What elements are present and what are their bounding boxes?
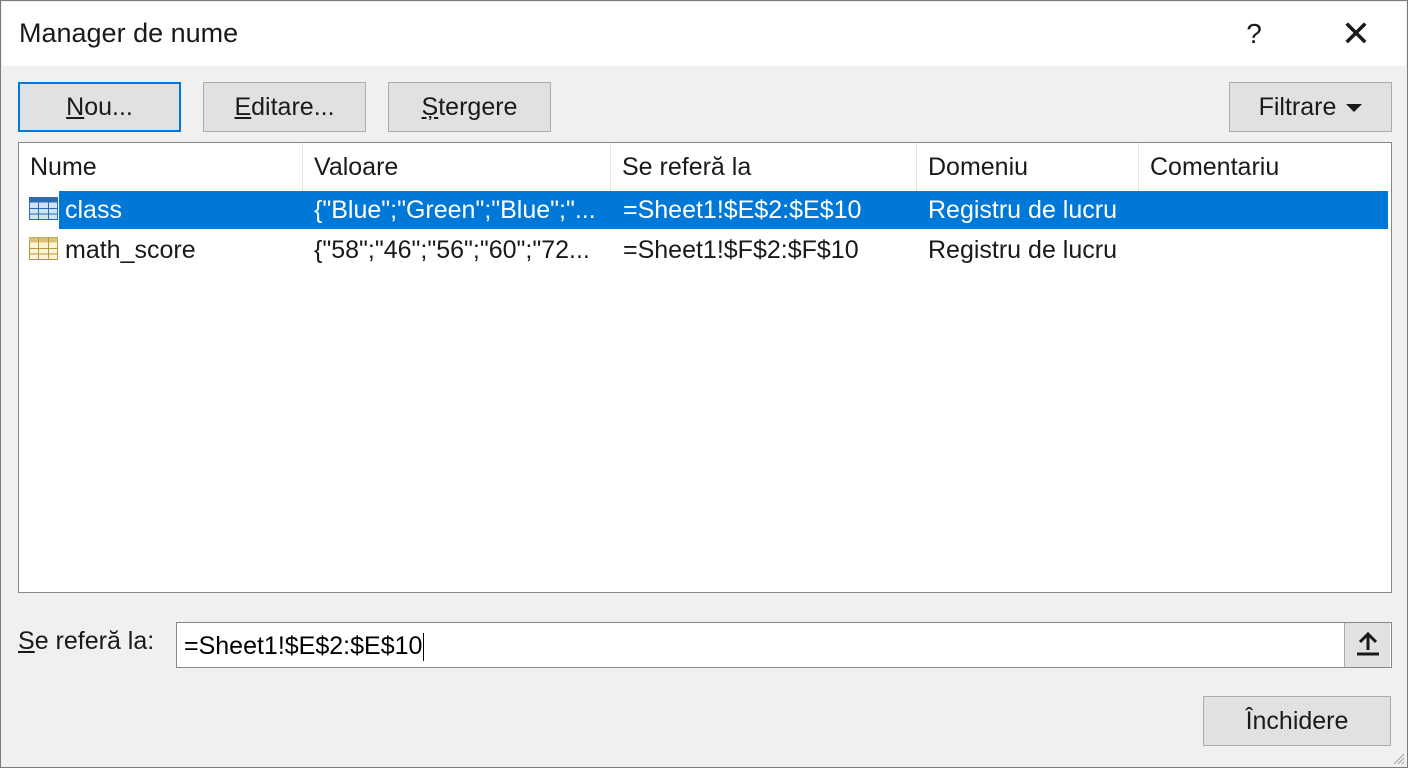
refers-to-label-text: e referă la: <box>34 627 155 655</box>
column-header-value[interactable]: Valoare <box>303 143 611 191</box>
refers-to-label: Se referă la: <box>18 627 154 656</box>
chevron-down-icon <box>1346 104 1363 112</box>
list-header: Nume Valoare Se referă la Domeniu Coment… <box>19 143 1391 191</box>
refers-to-input-value: =Sheet1!$E$2:$E$10 <box>184 632 423 660</box>
new-button-mnemonic: N <box>66 92 85 121</box>
name-manager-dialog: Manager de nume ? ✕ Nou... Editare... Șt… <box>0 0 1408 768</box>
delete-button-mnemonic: Ș <box>421 92 439 121</box>
row-name: class <box>65 196 122 224</box>
row-scope: Registru de lucru <box>928 196 1117 224</box>
edit-button-label: ditare... <box>251 92 335 121</box>
named-range-icon <box>29 237 58 260</box>
row-value: {"58";"46";"56";"60";"72... <box>314 236 590 264</box>
table-row[interactable]: math_score {"58";"46";"56";"60";"72... =… <box>59 231 1388 269</box>
resize-grip-icon[interactable] <box>1391 751 1405 765</box>
column-header-comment[interactable]: Comentariu <box>1139 143 1389 191</box>
column-header-name[interactable]: Nume <box>19 143 303 191</box>
title-bar: Manager de nume ? ✕ <box>2 2 1406 66</box>
close-dialog-button-label: Închidere <box>1245 706 1349 735</box>
new-button-label: ou... <box>84 92 133 121</box>
row-refers-to: =Sheet1!$E$2:$E$10 <box>623 196 862 224</box>
filter-button-label: Filtrare <box>1258 92 1337 121</box>
edit-button[interactable]: Editare... <box>203 82 366 132</box>
dialog-title: Manager de nume <box>19 18 239 48</box>
delete-button[interactable]: Ștergere <box>388 82 551 132</box>
table-row[interactable]: class {"Blue";"Green";"Blue";"... =Sheet… <box>59 191 1388 229</box>
new-button[interactable]: Nou... <box>18 82 181 132</box>
row-name: math_score <box>65 236 196 264</box>
close-icon[interactable]: ✕ <box>1328 12 1384 56</box>
collapse-dialog-button[interactable] <box>1344 623 1390 667</box>
row-scope: Registru de lucru <box>928 236 1117 264</box>
column-header-refers-to[interactable]: Se referă la <box>611 143 917 191</box>
named-range-icon <box>29 197 58 220</box>
row-comment <box>1150 191 1380 229</box>
row-refers-to: =Sheet1!$F$2:$F$10 <box>623 236 859 264</box>
row-value: {"Blue";"Green";"Blue";"... <box>314 196 596 224</box>
edit-button-mnemonic: E <box>234 92 252 121</box>
text-cursor <box>423 633 425 662</box>
close-dialog-button[interactable]: Închidere <box>1203 696 1391 746</box>
column-header-scope[interactable]: Domeniu <box>917 143 1139 191</box>
row-comment <box>1150 231 1380 269</box>
refers-to-input[interactable]: =Sheet1!$E$2:$E$10 <box>176 622 1392 668</box>
delete-button-label: tergere <box>438 92 518 121</box>
names-list[interactable]: Nume Valoare Se referă la Domeniu Coment… <box>18 142 1392 593</box>
help-button[interactable]: ? <box>1230 12 1278 56</box>
upload-arrow-icon <box>1357 631 1379 656</box>
filter-button[interactable]: Filtrare <box>1229 82 1392 132</box>
refers-to-label-mnemonic: S <box>18 627 35 655</box>
